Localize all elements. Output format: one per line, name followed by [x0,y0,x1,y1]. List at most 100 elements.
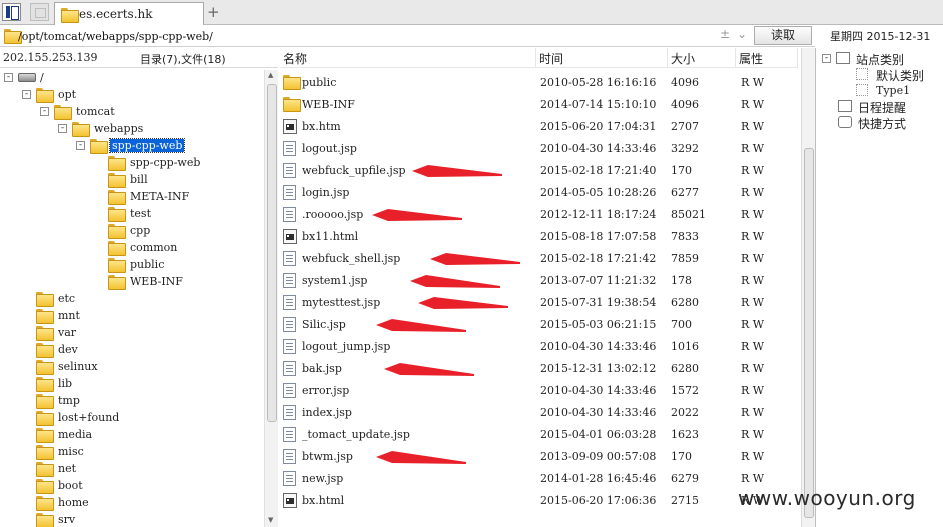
file-row[interactable]: btwm.jsp 2013-09-09 00:57:08 170 R W [280,446,800,468]
tree-node[interactable]: dev [22,342,260,359]
new-tab-button[interactable]: + [207,3,220,21]
column-header-name[interactable]: 名称 [280,48,536,68]
tree-node[interactable]: WEB-INF [94,274,260,291]
tree-node-label: lost+found [58,411,120,424]
file-attr: R W [741,98,765,111]
folder-icon [72,122,90,137]
file-list-scrollbar[interactable] [801,48,815,527]
shortcut-node[interactable]: 快捷方式 [838,115,942,131]
tree-node[interactable]: cpp [94,223,260,240]
schedule-node[interactable]: 日程提醒 [838,99,942,115]
read-button[interactable]: 读取 [754,26,812,45]
tab-label: es.ecerts.hk [79,7,153,21]
tree-node[interactable]: srv [22,512,260,527]
file-row[interactable]: system1.jsp 2013-07-07 11:21:32 178 R W [280,270,800,292]
tree-node[interactable]: misc [22,444,260,461]
chevron-down-icon[interactable]: ⌄ [737,27,747,41]
tree-node-label: lib [58,377,73,390]
tree-node[interactable]: bill [94,172,260,189]
file-row[interactable]: .rooooo.jsp 2012-12-11 18:17:24 85021 R W [280,204,800,226]
default-category-node[interactable]: 默认类别 [856,67,942,83]
tree-scrollbar[interactable]: ▲ ▼ [264,70,278,527]
tree-node[interactable]: - / [4,70,260,87]
collapse-icon[interactable]: - [4,73,13,82]
tree-node[interactable]: home [22,495,260,512]
window-button[interactable] [30,3,49,21]
tree-node-label: META-INF [130,190,190,203]
tree-node[interactable]: media [22,427,260,444]
file-row[interactable]: mytesttest.jsp 2015-07-31 19:38:54 6280 R W [280,292,800,314]
column-header-attr[interactable]: 属性 [736,48,798,68]
file-time: 2010-04-30 14:33:46 [540,406,657,419]
file-row[interactable]: bak.jsp 2015-12-31 13:02:12 6280 R W [280,358,800,380]
html-file-icon [283,493,297,508]
collapse-icon[interactable]: - [40,107,49,116]
path-input[interactable] [18,28,724,44]
column-header-time[interactable]: 时间 [536,48,668,68]
tree-node[interactable]: - spp-cpp-web [76,138,260,155]
folder-icon [108,173,126,188]
folder-icon [36,428,54,443]
tree-node[interactable]: common [94,240,260,257]
tree-node[interactable]: public [94,257,260,274]
file-row[interactable]: Silic.jsp 2015-05-03 06:21:15 700 R W [280,314,800,336]
file-size: 6280 [671,296,699,309]
tree-node[interactable]: boot [22,478,260,495]
window-icon [836,52,850,64]
panel-toggle-button[interactable] [2,3,21,21]
scroll-thumb[interactable] [267,84,277,422]
file-time: 2013-09-09 00:57:08 [540,450,657,463]
file-row[interactable]: webfuck_shell.jsp 2015-02-18 17:21:42 7859… [280,248,800,270]
scroll-down-icon[interactable]: ▼ [268,516,273,524]
tree-node[interactable]: - opt [22,87,260,104]
tree-node[interactable]: mnt [22,308,260,325]
file-row[interactable]: error.jsp 2010-04-30 14:33:46 1572 R W [280,380,800,402]
file-name: Silic.jsp [302,318,346,331]
file-row[interactable]: index.jsp 2010-04-30 14:33:46 2022 R W [280,402,800,424]
file-list: public 2010-05-28 16:16:16 4096 R W WEB-INF 2… [280,72,800,527]
file-row[interactable]: logout_jump.jsp 2010-04-30 14:33:46 1016 R … [280,336,800,358]
tree-node[interactable]: lib [22,376,260,393]
tree-node[interactable]: META-INF [94,189,260,206]
folder-icon [108,258,126,273]
tree-node[interactable]: selinux [22,359,260,376]
file-time: 2010-04-30 14:33:46 [540,384,657,397]
tree-node[interactable]: var [22,325,260,342]
file-row[interactable]: new.jsp 2014-01-28 16:45:46 6279 R W [280,468,800,490]
column-header-size[interactable]: 大小 [668,48,736,68]
collapse-icon[interactable]: - [76,141,85,150]
tree-node[interactable]: tmp [22,393,260,410]
tree-node[interactable]: net [22,461,260,478]
scroll-thumb[interactable] [804,148,814,518]
tree-node-label: webapps [94,122,144,135]
tree-node[interactable]: - tomcat [40,104,260,121]
collapse-icon[interactable]: - [58,124,67,133]
tab-site[interactable]: es.ecerts.hk [54,2,204,25]
file-size: 170 [671,450,692,463]
file-row[interactable]: bx.html 2015-06-20 17:06:36 2715 R W [280,490,800,512]
file-row[interactable]: WEB-INF 2014-07-14 15:10:10 4096 R W [280,94,800,116]
type1-node[interactable]: Type1 [856,83,942,99]
tree-node[interactable]: etc [22,291,260,308]
tree-node[interactable]: test [94,206,260,223]
file-attr: R W [741,230,765,243]
scroll-up-icon[interactable]: ▲ [268,71,273,79]
file-row[interactable]: logout.jsp 2010-04-30 14:33:46 3292 R W [280,138,800,160]
file-row[interactable]: public 2010-05-28 16:16:16 4096 R W [280,72,800,94]
file-row[interactable]: webfuck_upfile.jsp 2015-02-18 17:21:40 170… [280,160,800,182]
collapse-icon[interactable]: - [22,90,31,99]
tree-node[interactable]: - webapps [58,121,260,138]
clear-icon[interactable]: ± [720,27,730,41]
file-size: 2715 [671,494,699,507]
collapse-icon[interactable]: - [822,54,831,63]
tree-node[interactable]: lost+found [22,410,260,427]
site-category-node[interactable]: - 站点类别 [822,51,942,67]
file-row[interactable]: bx.htm 2015-06-20 17:04:31 2707 R W [280,116,800,138]
file-row[interactable]: bx11.html 2015-08-18 17:07:58 7833 R W [280,226,800,248]
file-row[interactable]: _tomact_update.jsp 2015-04-01 06:03:28 162… [280,424,800,446]
file-icon [283,317,296,332]
tree-node-label: spp-cpp-web [130,156,201,169]
folder-icon [90,139,108,154]
tree-node[interactable]: spp-cpp-web [94,155,260,172]
file-row[interactable]: login.jsp 2014-05-05 10:28:26 6277 R W [280,182,800,204]
